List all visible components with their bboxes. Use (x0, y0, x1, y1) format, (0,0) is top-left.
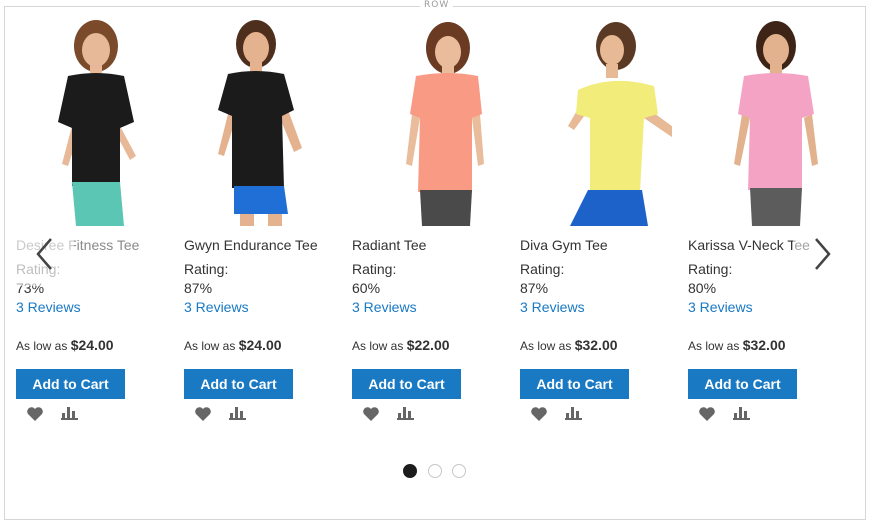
rating-label: Rating: (352, 261, 397, 277)
price-prefix: As low as (520, 339, 572, 353)
product-image[interactable] (520, 14, 672, 226)
rating-value: 87% (520, 280, 549, 296)
price-amount: $32.00 (742, 337, 786, 353)
product-actions (16, 404, 176, 422)
reviews-link[interactable]: 3 Reviews (688, 298, 848, 317)
rating-value: 87% (184, 280, 213, 296)
price-prefix: As low as (16, 339, 68, 353)
rating-value: 60% (352, 280, 381, 296)
pagination-dot[interactable] (428, 464, 442, 478)
reviews-link[interactable]: 3 Reviews (520, 298, 680, 317)
price-amount: $32.00 (574, 337, 618, 353)
rating-label: Rating: (184, 261, 229, 277)
heart-icon[interactable] (194, 406, 212, 427)
add-to-cart-button[interactable]: Add to Cart (688, 369, 797, 399)
price-line: As low as $22.00 (352, 336, 512, 355)
bar-chart-icon[interactable] (61, 406, 78, 425)
product-name[interactable]: Gwyn Endurance Tee (184, 236, 344, 254)
product-card: Radiant Tee Rating: 60% 3 Reviews As low… (352, 14, 512, 422)
price-line: As low as $32.00 (520, 336, 680, 355)
product-image[interactable] (16, 14, 168, 226)
price-prefix: As low as (184, 339, 236, 353)
price-amount: $24.00 (70, 337, 114, 353)
next-slide-button[interactable] (793, 226, 853, 286)
price-line: As low as $24.00 (184, 336, 344, 355)
add-to-cart-button[interactable]: Add to Cart (184, 369, 293, 399)
add-to-cart-button[interactable]: Add to Cart (16, 369, 125, 399)
heart-icon[interactable] (530, 406, 548, 427)
product-card: Desiree Fitness Tee Rating: 73% 3 Review… (16, 14, 176, 422)
price-amount: $24.00 (238, 337, 282, 353)
product-card: Gwyn Endurance Tee Rating: 87% 3 Reviews… (184, 14, 344, 422)
product-image[interactable] (184, 14, 336, 226)
pagination-dot[interactable] (452, 464, 466, 478)
bar-chart-icon[interactable] (565, 406, 582, 425)
rating-label: Rating: (520, 261, 565, 277)
product-image[interactable] (688, 14, 840, 226)
heart-icon[interactable] (26, 406, 44, 427)
price-prefix: As low as (688, 339, 740, 353)
product-slider: Desiree Fitness Tee Rating: 73% 3 Review… (0, 0, 873, 526)
reviews-link[interactable]: 3 Reviews (184, 298, 344, 317)
product-actions (352, 404, 512, 422)
product-card: Karissa V-Neck Tee Rating: 80% 3 Reviews… (688, 14, 848, 422)
pagination-dot[interactable] (403, 464, 417, 478)
product-name[interactable]: Radiant Tee (352, 236, 512, 254)
product-card: Diva Gym Tee Rating: 87% 3 Reviews As lo… (520, 14, 680, 422)
product-name[interactable]: Diva Gym Tee (520, 236, 680, 254)
price-prefix: As low as (352, 339, 404, 353)
add-to-cart-button[interactable]: Add to Cart (520, 369, 629, 399)
price-amount: $22.00 (406, 337, 450, 353)
reviews-link[interactable]: 3 Reviews (352, 298, 512, 317)
product-actions (184, 404, 344, 422)
product-image[interactable] (352, 14, 504, 226)
heart-icon[interactable] (362, 406, 380, 427)
price-line: As low as $32.00 (688, 336, 848, 355)
price-line: As low as $24.00 (16, 336, 176, 355)
bar-chart-icon[interactable] (397, 406, 414, 425)
bar-chart-icon[interactable] (229, 406, 246, 425)
chevron-left-icon (35, 237, 53, 276)
chevron-right-icon (814, 237, 832, 276)
heart-icon[interactable] (698, 406, 716, 427)
product-actions (520, 404, 680, 422)
add-to-cart-button[interactable]: Add to Cart (352, 369, 461, 399)
reviews-link[interactable]: 3 Reviews (16, 298, 176, 317)
previous-slide-button[interactable] (14, 226, 74, 286)
bar-chart-icon[interactable] (733, 406, 750, 425)
product-actions (688, 404, 848, 422)
slider-pagination (403, 464, 469, 480)
